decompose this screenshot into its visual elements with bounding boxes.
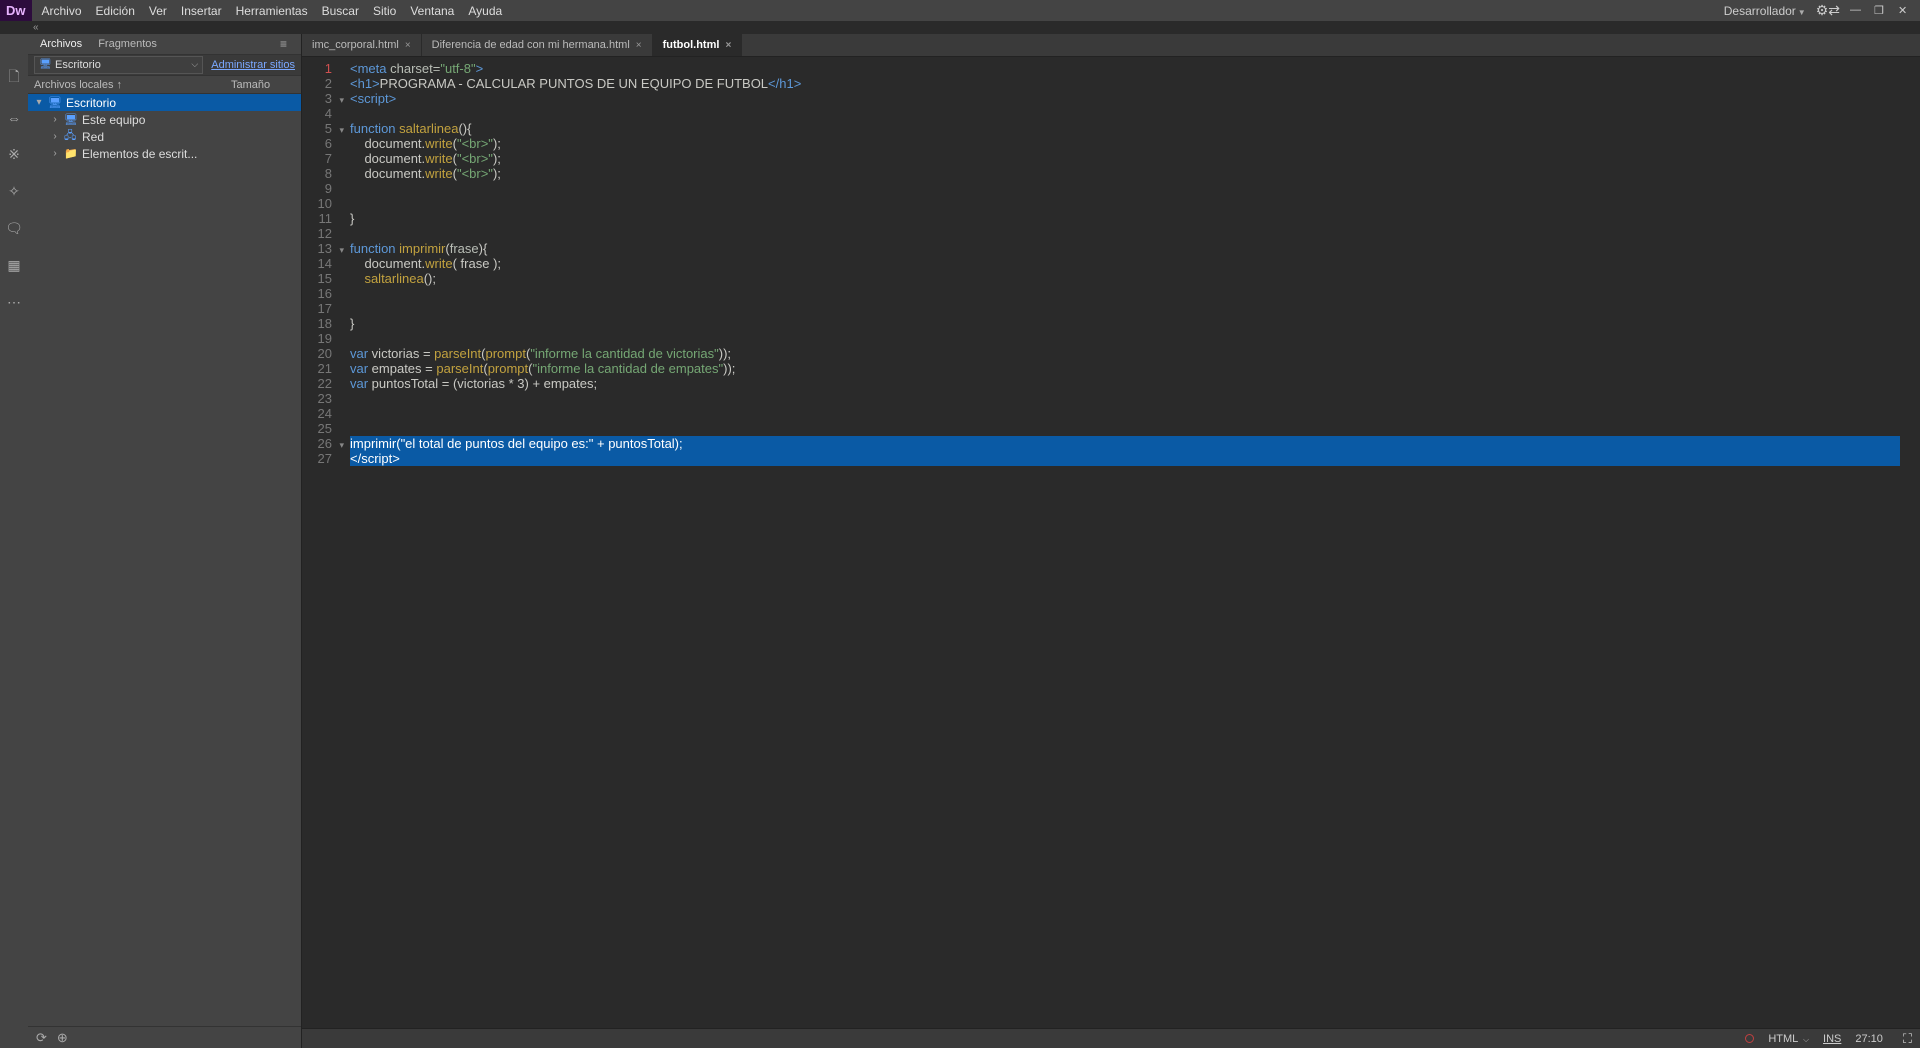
file-tree: ▾🖥Escritorio›🖥Este equipo›🖧Red›📁Elemento… — [28, 94, 301, 1026]
top-menubar: Dw Archivo Edición Ver Insertar Herramientas… — [0, 0, 1920, 22]
maximize-icon[interactable]: ❐ — [1874, 4, 1888, 18]
app-logo: Dw — [0, 0, 32, 21]
fullscreen-icon[interactable]: ⛶ — [1903, 1031, 1912, 1047]
menu-sitio[interactable]: Sitio — [373, 4, 396, 18]
link-icon[interactable]: ※ — [4, 142, 24, 167]
file-tab[interactable]: futbol.html× — [653, 34, 743, 56]
panel-collapse-chevron[interactable]: « — [0, 22, 1920, 34]
refresh-icon[interactable]: ⟳ — [36, 1030, 47, 1046]
code-editor[interactable]: 123▾45▾678910111213▾14151617181920212223… — [302, 56, 1920, 1028]
menu-ayuda[interactable]: Ayuda — [468, 4, 502, 18]
menu-insertar[interactable]: Insertar — [181, 4, 222, 18]
manage-sites-link[interactable]: Administrar sitios — [211, 59, 295, 71]
site-dropdown[interactable]: 🖥Escritorio⌵ — [34, 56, 203, 74]
tree-item[interactable]: ▾🖥Escritorio — [28, 94, 301, 111]
tool-rail: 🗋 ⇔ ※ ✧ 🗨 ▦ ⋯ — [0, 34, 28, 1048]
tree-item[interactable]: ›🖧Red — [28, 128, 301, 145]
main-menu: Archivo Edición Ver Insertar Herramientas Bus… — [38, 4, 503, 18]
error-indicator-icon[interactable] — [1745, 1034, 1754, 1043]
sync-settings-icon[interactable]: ⚙⇄ — [1816, 2, 1840, 19]
file-tabs: imc_corporal.html×Diferencia de edad con… — [302, 34, 1920, 56]
comment-icon[interactable]: 🗨 — [1, 216, 27, 241]
tab-fragmentos[interactable]: Fragmentos — [90, 35, 165, 53]
menu-ver[interactable]: Ver — [149, 4, 167, 18]
panel-tabs: Archivos Fragmentos ≡ — [28, 34, 301, 54]
file-tab[interactable]: Diferencia de edad con mi hermana.html× — [422, 34, 653, 56]
tree-item[interactable]: ›🖥Este equipo — [28, 111, 301, 128]
code-content[interactable]: <meta charset="utf-8"><h1>PROGRAMA - CAL… — [350, 59, 1920, 1028]
tree-item[interactable]: ›📁Elementos de escrit... — [28, 145, 301, 162]
menu-herramientas[interactable]: Herramientas — [236, 4, 308, 18]
menu-ventana[interactable]: Ventana — [410, 4, 454, 18]
cursor-position: 27:10 — [1855, 1033, 1883, 1045]
panel-menu-icon[interactable]: ≡ — [272, 34, 295, 54]
new-file-icon[interactable]: 🗋 — [4, 62, 23, 94]
files-panel: Archivos Fragmentos ≡ 🖥Escritorio⌵ Admin… — [28, 34, 302, 1048]
file-columns-header: Archivos locales ↑ Tamaño — [28, 76, 301, 94]
file-tab[interactable]: imc_corporal.html× — [302, 34, 422, 56]
tab-archivos[interactable]: Archivos — [32, 35, 90, 53]
sync-icon[interactable]: ⊕ — [57, 1030, 68, 1046]
insert-mode[interactable]: INS — [1823, 1033, 1841, 1045]
close-icon[interactable]: ✕ — [1898, 4, 1912, 18]
more-icon[interactable]: ⋯ — [3, 290, 25, 315]
line-gutter: 123▾45▾678910111213▾14151617181920212223… — [302, 59, 350, 1028]
status-bar: HTML ⌵ INS 27:10 ⛶ — [302, 1028, 1920, 1048]
panel-icon[interactable]: ▦ — [3, 253, 24, 278]
close-tab-icon[interactable]: × — [636, 40, 642, 51]
close-tab-icon[interactable]: × — [725, 40, 731, 51]
minimize-icon[interactable]: — — [1850, 4, 1864, 18]
menu-edición[interactable]: Edición — [96, 4, 135, 18]
wand-icon[interactable]: ✧ — [4, 179, 24, 204]
lang-mode[interactable]: HTML ⌵ — [1768, 1033, 1809, 1045]
menu-buscar[interactable]: Buscar — [322, 4, 359, 18]
menu-archivo[interactable]: Archivo — [42, 4, 82, 18]
split-icon[interactable]: ⇔ — [3, 106, 25, 130]
workspace-switcher[interactable]: Desarrollador▼ — [1724, 4, 1806, 18]
editor-area: imc_corporal.html×Diferencia de edad con… — [302, 34, 1920, 1048]
close-tab-icon[interactable]: × — [405, 40, 411, 51]
